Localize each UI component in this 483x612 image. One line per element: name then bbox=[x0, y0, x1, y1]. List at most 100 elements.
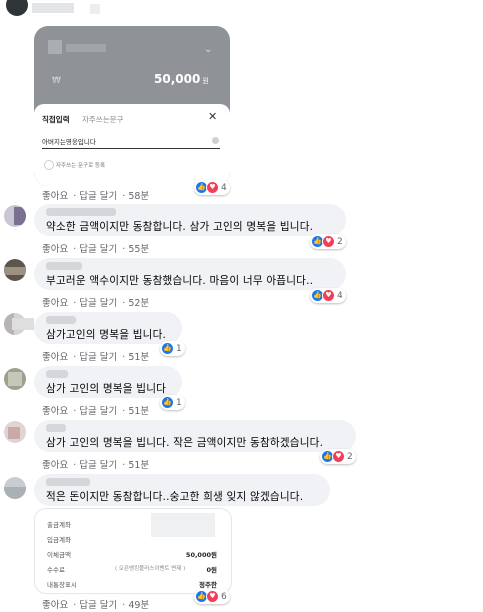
comment-actions: 좋아요 · 답글 달기 · 51분 bbox=[42, 460, 150, 471]
receipt-value: 50,000원 bbox=[185, 551, 217, 559]
comment-text: 부고러운 액수이지만 동참했습니다. 마음이 너무 아픕니다.. bbox=[46, 275, 314, 287]
reaction-count: 1 bbox=[176, 397, 182, 408]
receipt-value: 0원 bbox=[206, 566, 217, 574]
commenter-name[interactable] bbox=[46, 208, 116, 216]
commenter-name[interactable] bbox=[46, 370, 68, 378]
reaction-count: 2 bbox=[337, 236, 343, 247]
save-frequent-checkbox[interactable] bbox=[44, 160, 54, 170]
reaction-count: 1 bbox=[176, 343, 182, 354]
reaction-summary[interactable]: 👍 ♥ 2 bbox=[320, 449, 356, 464]
comment-bubble: 삼가 고인의 명복을 빕니다 bbox=[34, 366, 182, 398]
blurred-photo bbox=[8, 372, 22, 386]
reaction-summary[interactable]: 👍 ♥ 2 bbox=[310, 234, 346, 249]
commenter-name[interactable] bbox=[32, 3, 74, 13]
reply-link[interactable]: 답글 달기 bbox=[79, 600, 117, 611]
love-reaction-icon: ♥ bbox=[322, 289, 335, 302]
save-frequent-label: 자주쓰는 문구로 등록 bbox=[56, 163, 106, 169]
comment-actions: 좋아요 · 답글 달기 · 52분 bbox=[42, 298, 150, 309]
transfer-receipt-image[interactable]: 출금계좌 입금계좌 이체금액 50,000원 수수료 ( 오픈뱅킹플러스이벤트 … bbox=[34, 508, 232, 594]
chevron-down-icon: ⌄ bbox=[204, 44, 213, 55]
like-reaction-icon: 👍 bbox=[161, 396, 174, 409]
comment-text: 삼가고인의 명복을 빕니다. bbox=[46, 329, 167, 341]
receipt-row: 이체금액 50,000원 bbox=[47, 549, 217, 559]
receipt-label: 내통장표시 bbox=[47, 581, 77, 589]
reply-link[interactable]: 답글 달기 bbox=[79, 191, 117, 202]
comment-text: 삼가 고인의 명복을 빕니다. 작은 금액이지만 동참하겠습니다. bbox=[46, 437, 324, 449]
won-symbol: ₩ bbox=[52, 76, 61, 86]
timestamp[interactable]: 49분 bbox=[128, 600, 149, 611]
avatar[interactable] bbox=[4, 477, 26, 499]
commenter-name[interactable] bbox=[46, 478, 90, 486]
amount-value: 50,000 bbox=[154, 72, 201, 86]
timestamp[interactable]: 58분 bbox=[128, 191, 149, 202]
reaction-count: 4 bbox=[221, 182, 227, 193]
like-link[interactable]: 좋아요 bbox=[42, 406, 68, 417]
like-link[interactable]: 좋아요 bbox=[42, 244, 68, 255]
transfer-screenshot-image[interactable]: ⌄ ₩ 50,000 원 직접입력 자주쓰는문구 ✕ 아버지는영웅입니다 자주쓰는… bbox=[34, 26, 230, 186]
close-icon[interactable]: ✕ bbox=[208, 110, 217, 123]
reaction-count: 4 bbox=[337, 290, 343, 301]
avatar[interactable] bbox=[6, 0, 28, 16]
comment-text: 삼가 고인의 명복을 빕니다 bbox=[46, 383, 167, 395]
love-reaction-icon: ♥ bbox=[332, 450, 345, 463]
memo-input[interactable]: 아버지는영웅입니다 bbox=[42, 136, 220, 149]
like-link[interactable]: 좋아요 bbox=[42, 298, 68, 309]
reaction-summary[interactable]: 👍 ♥ 4 bbox=[310, 288, 346, 303]
timestamp[interactable]: 51분 bbox=[128, 460, 149, 471]
reaction-summary[interactable]: 👍 ♥ 4 bbox=[194, 180, 230, 195]
comment-bubble: 삼가고인의 명복을 빕니다. bbox=[34, 312, 182, 344]
receipt-label: 이체금액 bbox=[47, 551, 71, 559]
tab-direct-input[interactable]: 직접입력 bbox=[42, 114, 70, 125]
amount-suffix: 원 bbox=[202, 77, 209, 85]
like-reaction-icon: 👍 bbox=[161, 342, 174, 355]
like-link[interactable]: 좋아요 bbox=[42, 191, 68, 202]
receipt-label: 수수료 bbox=[47, 566, 65, 574]
like-link[interactable]: 좋아요 bbox=[42, 600, 68, 611]
amount: 50,000 원 bbox=[154, 72, 209, 86]
love-reaction-icon: ♥ bbox=[206, 181, 219, 194]
reply-link[interactable]: 답글 달기 bbox=[79, 460, 117, 471]
blurred-account-name bbox=[66, 44, 106, 52]
comment-text: 약소한 금액이지만 동참합니다. 삼가 고인의 명복을 빕니다. bbox=[46, 221, 314, 233]
reply-link[interactable]: 답글 달기 bbox=[79, 406, 117, 417]
comment-bubble: 약소한 금액이지만 동참합니다. 삼가 고인의 명복을 빕니다. bbox=[34, 204, 346, 236]
reaction-summary[interactable]: 👍 1 bbox=[160, 395, 185, 410]
like-link[interactable]: 좋아요 bbox=[42, 352, 68, 363]
comment-actions: 좋아요 · 답글 달기 · 51분 bbox=[42, 352, 150, 363]
avatar[interactable] bbox=[4, 421, 26, 443]
receipt-label: 출금계좌 bbox=[47, 521, 71, 529]
receipt-label: 입금계좌 bbox=[47, 536, 71, 544]
commenter-name[interactable] bbox=[46, 262, 82, 270]
commenter-name[interactable] bbox=[46, 424, 66, 432]
memo-sheet: 직접입력 자주쓰는문구 ✕ 아버지는영웅입니다 자주쓰는 문구로 등록 bbox=[34, 104, 230, 186]
comment-text: 적은 돈이지만 동참합니다..숭고한 희생 잊지 않겠습니다. bbox=[46, 491, 304, 503]
avatar[interactable] bbox=[4, 259, 26, 281]
receipt-row: 내통장표시 정주한 bbox=[47, 579, 217, 589]
reply-link[interactable]: 답글 달기 bbox=[79, 352, 117, 363]
clear-input-icon[interactable] bbox=[212, 137, 219, 144]
tab-frequent-phrase[interactable]: 자주쓰는문구 bbox=[82, 114, 123, 125]
reaction-summary[interactable]: 👍 ♥ 6 bbox=[194, 589, 230, 604]
receipt-row: 수수료 ( 오픈뱅킹플러스이벤트 면제 ) 0원 bbox=[47, 564, 217, 574]
avatar[interactable] bbox=[4, 205, 26, 227]
reply-link[interactable]: 답글 달기 bbox=[79, 244, 117, 255]
commenter-name[interactable] bbox=[90, 4, 100, 14]
timestamp[interactable]: 52분 bbox=[128, 298, 149, 309]
blurred-photo bbox=[4, 487, 26, 499]
like-link[interactable]: 좋아요 bbox=[42, 460, 68, 471]
comment-actions: 좋아요 · 답글 달기 · 49분 bbox=[42, 600, 150, 611]
avatar[interactable] bbox=[4, 368, 26, 390]
timestamp[interactable]: 51분 bbox=[128, 352, 149, 363]
comment-bubble: 적은 돈이지만 동참합니다..숭고한 희생 잊지 않겠습니다. bbox=[34, 474, 330, 506]
reply-link[interactable]: 답글 달기 bbox=[79, 298, 117, 309]
blurred-bank-logo bbox=[48, 40, 62, 54]
comment-actions: 좋아요 · 답글 달기 · 58분 bbox=[42, 191, 150, 202]
fee-waiver-note: ( 오픈뱅킹플러스이벤트 면제 ) bbox=[115, 566, 186, 572]
comment-bubble: 삼가 고인의 명복을 빕니다. 작은 금액이지만 동참하겠습니다. bbox=[34, 420, 356, 452]
reaction-summary[interactable]: 👍 1 bbox=[160, 341, 185, 356]
timestamp[interactable]: 51분 bbox=[128, 406, 149, 417]
receipt-value: 정주한 bbox=[199, 581, 217, 589]
timestamp[interactable]: 55분 bbox=[128, 244, 149, 255]
commenter-name[interactable] bbox=[46, 316, 76, 324]
commenter-name[interactable] bbox=[12, 318, 34, 330]
